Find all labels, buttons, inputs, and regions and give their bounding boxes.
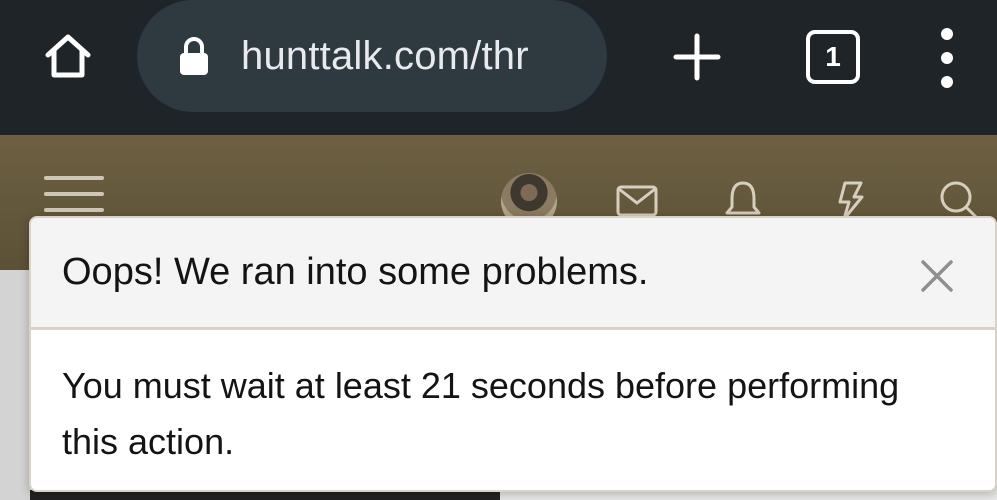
- dialog-message: You must wait at least 21 seconds before…: [62, 365, 900, 462]
- dialog-header: Oops! We ran into some problems.: [31, 218, 995, 330]
- tab-switcher-button[interactable]: 1: [806, 30, 860, 84]
- browser-toolbar: hunttalk.com/thr 1: [0, 0, 997, 135]
- error-dialog: Oops! We ran into some problems. You mus…: [29, 216, 997, 492]
- close-icon[interactable]: [915, 254, 959, 298]
- dialog-title: Oops! We ran into some problems.: [62, 251, 649, 293]
- menu-icon[interactable]: [44, 176, 104, 212]
- browser-menu-button[interactable]: [930, 28, 964, 88]
- new-tab-button[interactable]: [662, 22, 732, 92]
- home-button[interactable]: [36, 24, 100, 88]
- lock-icon: [180, 37, 208, 75]
- home-icon: [45, 34, 91, 78]
- page-background: [0, 270, 30, 500]
- plus-icon: [673, 33, 721, 81]
- url-text: hunttalk.com/thr: [241, 33, 529, 78]
- address-bar[interactable]: hunttalk.com/thr: [137, 0, 607, 112]
- tab-count: 1: [825, 41, 841, 72]
